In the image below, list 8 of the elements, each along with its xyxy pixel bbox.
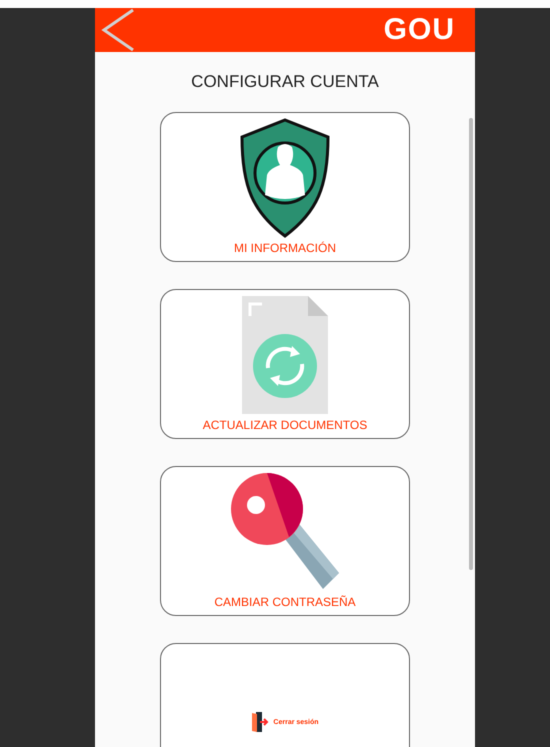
option-card[interactable]: ACTUALIZAR DOCUMENTOS <box>160 289 410 439</box>
option-card[interactable]: MI INFORMACIÓN <box>160 112 410 262</box>
document-refresh-icon <box>240 294 330 416</box>
option-card[interactable]: CAMBIAR CONTRASEÑA <box>160 466 410 616</box>
app-logo: GOU <box>384 13 455 47</box>
user-shield-icon <box>239 117 331 239</box>
exit-door-icon <box>251 711 270 733</box>
page-title: CONFIGURAR CUENTA <box>190 72 380 92</box>
